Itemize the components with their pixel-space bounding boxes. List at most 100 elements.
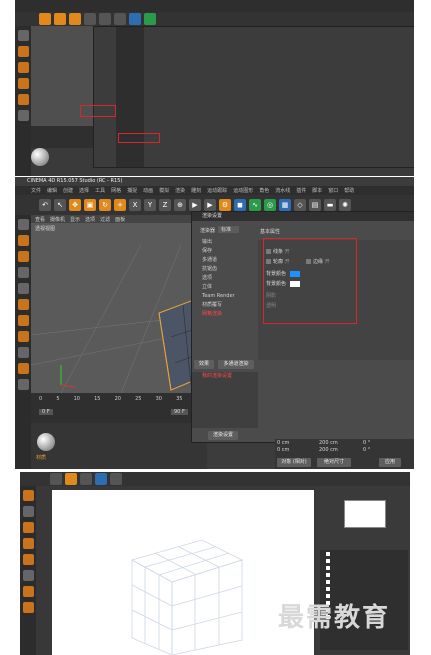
menu-simulate[interactable]: 模拟 xyxy=(159,187,169,194)
material-name[interactable]: 材质 xyxy=(36,454,46,461)
render-icon[interactable] xyxy=(129,13,141,25)
coord-field[interactable]: 0 ° xyxy=(363,447,370,453)
tool-icon[interactable] xyxy=(17,251,29,262)
menu-edit[interactable]: 编辑 xyxy=(47,187,57,194)
tool-icon[interactable] xyxy=(110,473,122,485)
light-icon[interactable]: ✺ xyxy=(339,199,351,211)
menu-plugins[interactable]: 插件 xyxy=(296,187,306,194)
tool-icon[interactable] xyxy=(17,347,29,358)
tool-icon[interactable] xyxy=(17,94,29,105)
tool-icon[interactable] xyxy=(95,473,107,485)
scale-tool-icon[interactable] xyxy=(54,13,66,25)
axis-z-icon[interactable] xyxy=(114,13,126,25)
menu-script[interactable]: 脚本 xyxy=(312,187,322,194)
list-row[interactable] xyxy=(320,578,408,585)
scale-tool-icon[interactable]: ▣ xyxy=(84,199,96,211)
menu-render[interactable]: 渲染 xyxy=(175,187,185,194)
menu-mograph[interactable]: 运动图形 xyxy=(233,187,253,194)
multipass-button[interactable]: 多通道渲染 xyxy=(218,360,254,369)
array-icon[interactable]: ▦ xyxy=(279,199,291,211)
tool-icon[interactable] xyxy=(65,473,77,485)
tool-icon[interactable] xyxy=(22,522,34,533)
list-item-multipass[interactable]: 多通道 xyxy=(192,256,258,265)
menu-select[interactable]: 选择 xyxy=(79,187,89,194)
tool-icon[interactable] xyxy=(17,78,29,89)
tool-icon[interactable] xyxy=(22,538,34,549)
tool-icon[interactable] xyxy=(22,602,34,613)
scene-icon[interactable]: ▤ xyxy=(309,199,321,211)
render-settings-button[interactable]: 渲染设置 xyxy=(208,431,238,440)
axis-y-icon[interactable] xyxy=(99,13,111,25)
apply-button[interactable]: 应用 xyxy=(379,458,401,467)
render-thumbnail[interactable] xyxy=(344,500,386,528)
menu-animate[interactable]: 动画 xyxy=(143,187,153,194)
menu-mesh[interactable]: 网格 xyxy=(111,187,121,194)
tool-icon[interactable] xyxy=(17,283,29,294)
render-picture-viewer-icon[interactable]: ▶ xyxy=(204,199,216,211)
menu-help[interactable]: 帮助 xyxy=(344,187,354,194)
axis-y-icon[interactable]: Y xyxy=(144,199,156,211)
menu-sculpt[interactable]: 雕刻 xyxy=(191,187,201,194)
perspective-viewport[interactable]: 查看 摄像机 显示 选项 过滤 面板 透视视图 xyxy=(31,215,207,393)
list-item-options[interactable]: 选项 xyxy=(192,274,258,283)
deformer-icon[interactable]: ◇ xyxy=(294,199,306,211)
tool-icon[interactable] xyxy=(17,331,29,342)
tool-icon[interactable] xyxy=(22,586,34,597)
axis-z-icon[interactable]: Z xyxy=(159,199,171,211)
undo-icon[interactable]: ↶ xyxy=(39,199,51,211)
list-row[interactable] xyxy=(320,550,408,557)
coord-field[interactable]: 200 cm xyxy=(319,447,338,453)
tool-icon[interactable] xyxy=(17,62,29,73)
renderer-select[interactable]: 标准 xyxy=(218,226,240,233)
cube-icon[interactable]: ◼ xyxy=(234,199,246,211)
tool-icon[interactable] xyxy=(17,267,29,278)
material-preview[interactable] xyxy=(31,148,49,166)
list-item-team-render[interactable]: Team Render xyxy=(192,292,258,301)
render-setting-item[interactable]: 我的渲染设置 xyxy=(192,372,258,381)
select-icon[interactable]: ↖ xyxy=(54,199,66,211)
list-row[interactable] xyxy=(320,585,408,592)
tool-icon[interactable] xyxy=(17,315,29,326)
tool-icon[interactable] xyxy=(22,506,34,517)
tool-icon[interactable] xyxy=(22,490,34,501)
list-item-stereo[interactable]: 立体 xyxy=(192,283,258,292)
menu-tools[interactable]: 工具 xyxy=(95,187,105,194)
move-tool-icon[interactable] xyxy=(39,13,51,25)
list-item-antialiasing[interactable]: 抗锯齿 xyxy=(192,265,258,274)
effects-button[interactable]: 效果 xyxy=(194,360,214,369)
move-tool-icon[interactable]: ✥ xyxy=(69,199,81,211)
menu-character[interactable]: 角色 xyxy=(259,187,269,194)
material-preview[interactable] xyxy=(37,433,55,451)
coord-field[interactable]: 0 cm xyxy=(277,440,289,446)
tool-icon[interactable] xyxy=(17,30,29,41)
menu-motion-tracking[interactable]: 运动跟踪 xyxy=(207,187,227,194)
menu-create[interactable]: 创建 xyxy=(63,187,73,194)
render-canvas[interactable] xyxy=(52,490,314,655)
tool-icon[interactable] xyxy=(17,363,29,374)
rotate-tool-icon[interactable] xyxy=(69,13,81,25)
tool-icon[interactable] xyxy=(50,473,62,485)
menu-window[interactable]: 窗口 xyxy=(328,187,338,194)
list-row[interactable] xyxy=(320,564,408,571)
list-item-save[interactable]: 保存 xyxy=(192,247,258,256)
rotate-tool-icon[interactable]: ↻ xyxy=(99,199,111,211)
list-item-material-override[interactable]: 材质覆写 xyxy=(192,301,258,310)
nurbs-icon[interactable]: ◎ xyxy=(264,199,276,211)
tool-icon[interactable] xyxy=(22,570,34,581)
axis-x-icon[interactable] xyxy=(84,13,96,25)
render-view-icon[interactable]: ▶ xyxy=(189,199,201,211)
coord-system-icon[interactable]: ⊕ xyxy=(174,199,186,211)
tool-icon[interactable] xyxy=(17,235,29,246)
primitive-icon[interactable] xyxy=(144,13,156,25)
axis-x-icon[interactable]: X xyxy=(129,199,141,211)
render-settings-icon[interactable]: ⚙ xyxy=(219,199,231,211)
list-row[interactable] xyxy=(320,557,408,564)
coord-field[interactable]: 0 cm xyxy=(277,447,289,453)
tool-icon[interactable] xyxy=(17,46,29,57)
add-icon[interactable]: + xyxy=(114,199,126,211)
frame-end-field[interactable]: 90 F xyxy=(171,409,188,415)
menu-pipeline[interactable]: 流水线 xyxy=(275,187,290,194)
tool-icon[interactable] xyxy=(22,554,34,565)
coord-mode-size[interactable]: 绝对尺寸 xyxy=(317,458,351,467)
tool-icon[interactable] xyxy=(17,110,29,121)
